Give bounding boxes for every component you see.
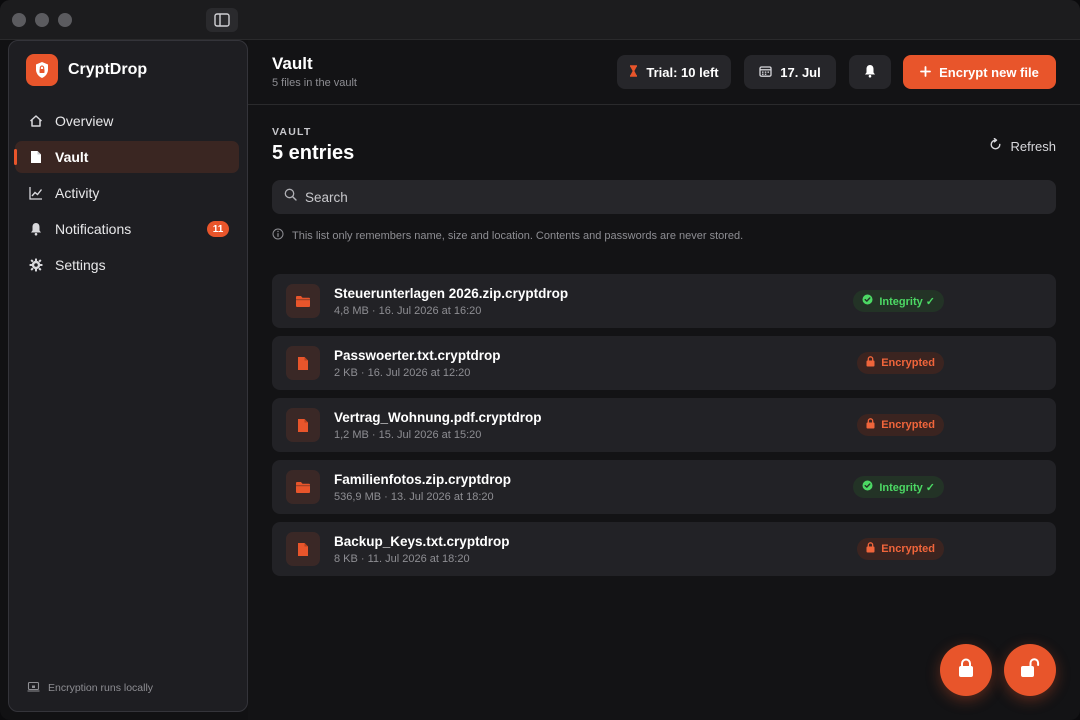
- info-notice: This list only remembers name, size and …: [272, 228, 743, 243]
- shield-lock-icon: [26, 54, 58, 86]
- status-label: Integrity ✓: [879, 481, 935, 494]
- lock-icon: [866, 356, 875, 370]
- page-header: Vault 5 files in the vault Trial: 10 lef…: [248, 40, 1080, 105]
- minimize-window-button[interactable]: [35, 13, 49, 27]
- refresh-icon: [989, 137, 1002, 154]
- info-icon: [272, 228, 284, 243]
- section-label: VAULT: [272, 126, 312, 138]
- lock-icon: [866, 542, 875, 556]
- status-label: Encrypted: [881, 357, 935, 369]
- sidebar-footer: Encryption runs locally: [27, 681, 153, 695]
- close-window-button[interactable]: [12, 13, 26, 27]
- file-row[interactable]: Familienfotos.zip.cryptdrop 536,9 MB · 1…: [272, 460, 1056, 514]
- date-label: 17. Jul: [780, 64, 821, 80]
- unlock-icon: [1020, 657, 1040, 683]
- file-name: Vertrag_Wohnung.pdf.cryptdrop: [334, 410, 542, 425]
- file-name: Backup_Keys.txt.cryptdrop: [334, 534, 510, 549]
- sidebar-item-activity[interactable]: Activity: [15, 177, 239, 209]
- sidebar-toggle-icon: [214, 13, 230, 27]
- refresh-label: Refresh: [1010, 138, 1056, 154]
- file-meta: 4,8 MB · 16. Jul 2026 at 16:20: [334, 305, 482, 317]
- page-subtitle: 5 files in the vault: [272, 77, 357, 89]
- file-list: Steuerunterlagen 2026.zip.cryptdrop 4,8 …: [272, 274, 1056, 584]
- search-input[interactable]: [305, 189, 1005, 205]
- sidebar-item-settings[interactable]: Settings: [15, 249, 239, 281]
- sidebar-item-label: Overview: [55, 113, 114, 129]
- calendar-icon: [759, 65, 772, 80]
- file-name: Familienfotos.zip.cryptdrop: [334, 472, 512, 487]
- status-label: Encrypted: [881, 543, 935, 555]
- bell-icon: [864, 64, 876, 81]
- title-bar: [0, 0, 1080, 40]
- decrypt-fab-button[interactable]: [1004, 644, 1056, 696]
- file-meta: 2 KB · 16. Jul 2026 at 12:20: [334, 367, 471, 379]
- encrypt-fab-button[interactable]: [940, 644, 992, 696]
- sidebar: CryptDrop Overview Vault Activity Notifi…: [8, 40, 248, 712]
- page-title: Vault: [272, 54, 313, 73]
- document-icon: [286, 346, 320, 380]
- file-row[interactable]: Passwoerter.txt.cryptdrop 2 KB · 16. Jul…: [272, 336, 1056, 390]
- footer-text: Encryption runs locally: [48, 682, 154, 694]
- document-icon: [286, 408, 320, 442]
- trial-label: Trial: 10 left: [646, 64, 719, 80]
- app-name: CryptDrop: [68, 61, 148, 78]
- plus-icon: [920, 65, 932, 80]
- main-content: Vault 5 files in the vault Trial: 10 lef…: [248, 40, 1080, 720]
- status-label: Integrity ✓: [879, 295, 935, 308]
- sidebar-item-label: Vault: [55, 149, 89, 165]
- file-meta: 8 KB · 11. Jul 2026 at 18:20: [334, 553, 470, 565]
- file-row[interactable]: Vertrag_Wohnung.pdf.cryptdrop 1,2 MB · 1…: [272, 398, 1056, 452]
- section-title: 5 entries: [272, 142, 355, 164]
- hourglass-icon: [629, 64, 638, 80]
- integrity-badge: Integrity ✓: [853, 290, 944, 312]
- sidebar-item-label: Notifications: [55, 221, 132, 237]
- file-row[interactable]: Steuerunterlagen 2026.zip.cryptdrop 4,8 …: [272, 274, 1056, 328]
- file-name: Steuerunterlagen 2026.zip.cryptdrop: [334, 286, 569, 301]
- sidebar-item-vault[interactable]: Vault: [14, 141, 239, 173]
- check-badge-icon: [862, 480, 873, 494]
- folder-icon: [286, 284, 320, 318]
- app-window: CryptDrop Overview Vault Activity Notifi…: [0, 0, 1080, 720]
- file-meta: 1,2 MB · 15. Jul 2026 at 15:20: [334, 429, 482, 441]
- trial-button[interactable]: Trial: 10 left: [617, 55, 731, 89]
- file-name: Passwoerter.txt.cryptdrop: [334, 348, 501, 363]
- laptop-lock-icon: [27, 681, 40, 695]
- encrypted-badge: Encrypted: [857, 414, 944, 436]
- search-bar[interactable]: [272, 180, 1056, 214]
- sidebar-item-label: Activity: [55, 185, 100, 201]
- file-meta: 536,9 MB · 13. Jul 2026 at 18:20: [334, 491, 494, 503]
- date-button[interactable]: 17. Jul: [744, 55, 836, 89]
- sidebar-nav: Overview Vault Activity Notifications 11…: [9, 105, 247, 285]
- check-badge-icon: [862, 294, 873, 308]
- encrypt-new-file-button[interactable]: Encrypt new file: [903, 55, 1056, 89]
- folder-icon: [286, 470, 320, 504]
- encrypted-badge: Encrypted: [857, 538, 944, 560]
- notification-count-badge: 11: [207, 221, 229, 237]
- sidebar-item-overview[interactable]: Overview: [15, 105, 239, 137]
- status-label: Encrypted: [881, 419, 935, 431]
- file-row[interactable]: Backup_Keys.txt.cryptdrop 8 KB · 11. Jul…: [272, 522, 1056, 576]
- home-icon: [29, 114, 43, 128]
- zoom-window-button[interactable]: [58, 13, 72, 27]
- brand: CryptDrop: [26, 54, 147, 86]
- integrity-badge: Integrity ✓: [853, 476, 944, 498]
- notifications-button[interactable]: [849, 55, 891, 89]
- sidebar-toggle-button[interactable]: [206, 8, 238, 32]
- gear-icon: [29, 258, 43, 272]
- search-icon: [284, 188, 297, 206]
- lock-icon: [958, 658, 974, 683]
- chart-icon: [29, 186, 43, 200]
- bell-icon: [29, 222, 43, 236]
- document-icon: [286, 532, 320, 566]
- encrypt-new-file-label: Encrypt new file: [939, 64, 1039, 80]
- sidebar-item-notifications[interactable]: Notifications 11: [15, 213, 239, 245]
- lock-icon: [866, 418, 875, 432]
- document-icon: [29, 150, 43, 164]
- sidebar-item-label: Settings: [55, 257, 106, 273]
- encrypted-badge: Encrypted: [857, 352, 944, 374]
- refresh-button[interactable]: Refresh: [989, 137, 1056, 154]
- info-text: This list only remembers name, size and …: [292, 229, 744, 242]
